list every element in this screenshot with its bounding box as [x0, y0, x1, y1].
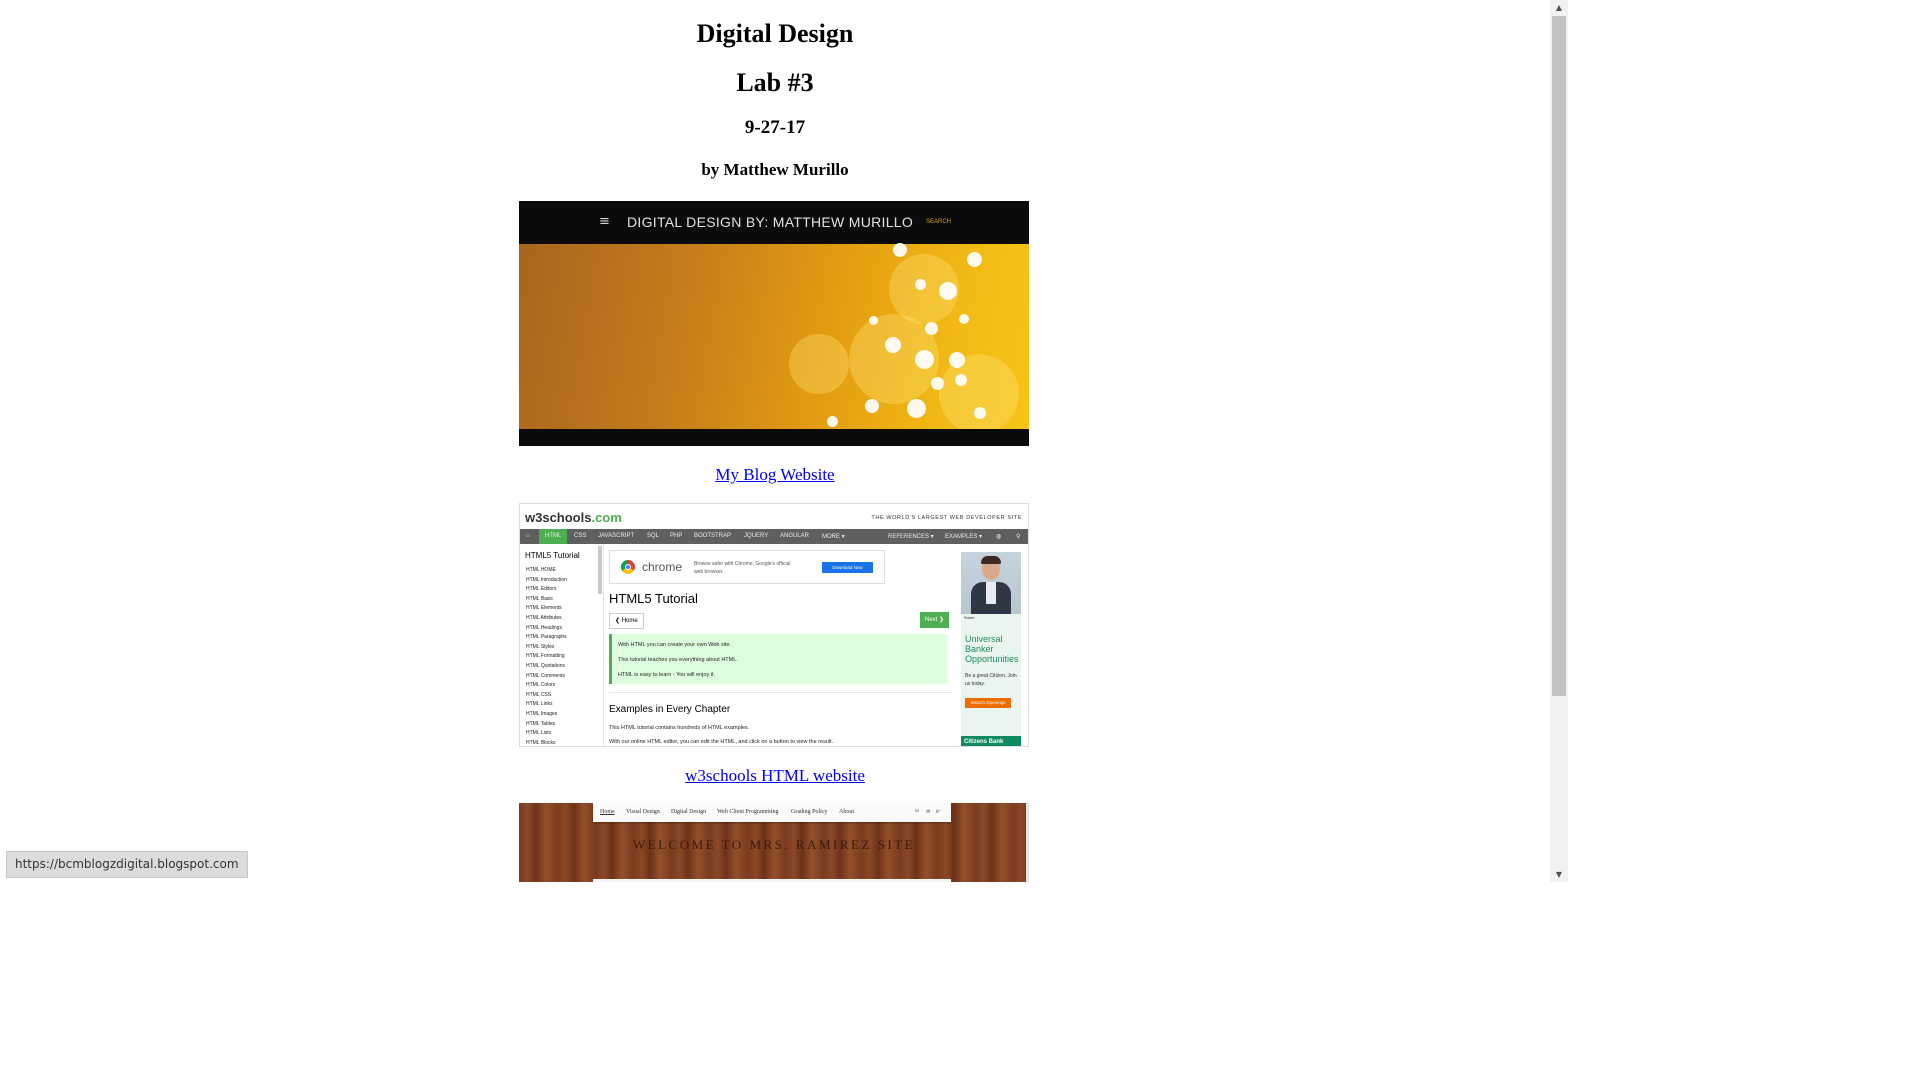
- page-scrollbar[interactable]: ▲ ▼: [1550, 0, 1568, 882]
- ad-body-text: Be a great Citizen. Join us today.: [965, 673, 1017, 687]
- chrome-ad-word: chrome: [642, 560, 683, 574]
- sidebar-item: HTML Editors: [526, 586, 557, 593]
- sidebar-item: HTML Comments: [526, 672, 565, 679]
- blog-screenshot-image: ≡ DIGITAL DESIGN BY: MATTHEW MURILLO SEA…: [519, 201, 1029, 446]
- date-heading: 9-27-17: [744, 117, 806, 138]
- w3-section-paragraph: With our online HTML editor, you can edi…: [609, 739, 834, 745]
- ad-person-photo: [961, 552, 1021, 614]
- sidebar-item: HTML CSS: [526, 691, 552, 698]
- my-blog-website-link[interactable]: My Blog Website: [0, 465, 1550, 485]
- sidebar-item: HTML Blocks: [526, 739, 556, 746]
- ramirez-nav-bar: Home Visual Design Digital Design Web Cl…: [593, 803, 951, 822]
- sidebar-item: HTML Lists: [526, 730, 552, 737]
- sidebar-scrollbar: [598, 546, 602, 594]
- w3schools-tagline: THE WORLD'S LARGEST WEB DEVELOPER SITE: [871, 515, 1022, 521]
- w3-nav-php: PHP: [670, 533, 683, 539]
- lab-heading: Lab #3: [736, 68, 814, 97]
- ad-person-name: Robert: [964, 616, 975, 620]
- scrollbar-thumb[interactable]: [1552, 16, 1566, 696]
- w3-nav-sql: SQL: [647, 533, 660, 539]
- sidebar-item: HTML Introduction: [526, 576, 567, 583]
- w3schools-nav-bar: ⌂ HTML CSS JAVASCRIPT SQL PHP BOOTSTRAP …: [520, 529, 1028, 544]
- divider: [609, 692, 952, 693]
- bokeh-hero-image: [519, 243, 1029, 434]
- sidebar-item: HTML HOME: [526, 567, 556, 573]
- w3-nav-javascript: JAVASCRIPT: [598, 533, 635, 539]
- sidebar-item: HTML Quotations: [526, 662, 565, 669]
- ramirez-content-box: [593, 879, 951, 882]
- scroll-down-arrow-icon[interactable]: ▼: [1550, 867, 1568, 882]
- sidebar-heading: HTML5 Tutorial: [525, 551, 580, 560]
- ad-headline: Universal Banker Opportunities: [965, 634, 1019, 664]
- chrome-download-button: Download Now: [822, 562, 873, 573]
- note-line: HTML is easy to learn - You will enjoy i…: [618, 672, 716, 678]
- scroll-up-arrow-icon[interactable]: ▲: [1550, 0, 1568, 15]
- sidebar-item: HTML Basic: [526, 595, 554, 602]
- w3schools-sidebar: HTML5 Tutorial HTML HOME HTML Introducti…: [520, 544, 602, 746]
- home-icon: ⌂: [526, 533, 530, 539]
- ram-nav-digital-design: Digital Design: [671, 809, 707, 815]
- ram-nav-web-client-programming: Web Client Programming: [717, 809, 779, 815]
- hamburger-menu-icon: ≡: [599, 214, 610, 229]
- status-bar-url: https://bcmblogzdigital.blogspot.com: [6, 851, 248, 878]
- author-heading: by Matthew Murillo: [701, 160, 849, 179]
- ramirez-site-title: WELCOME TO MRS. RAMIREZ SITE: [632, 837, 916, 852]
- ad-search-openings-button: Search Openings: [965, 698, 1011, 708]
- w3-section-paragraph: This HTML tutorial contains hundreds of …: [609, 725, 750, 731]
- w3-intro-note: With HTML you can create your own Web si…: [609, 634, 947, 684]
- blog-footer-bar: [519, 429, 1029, 446]
- globe-icon: ◍: [996, 534, 1002, 540]
- page-content: Digital Design Lab #3 9-27-17 by Matthew…: [0, 0, 1550, 882]
- chrome-logo-icon: [621, 560, 635, 574]
- note-line: This tutorial teaches you everything abo…: [618, 657, 738, 663]
- sidebar-item: HTML Formatting: [526, 653, 565, 660]
- ram-nav-grading-policy: Grading Policy: [791, 809, 828, 815]
- blog-search-label: SEARCH: [926, 219, 952, 225]
- w3-nav-html: HTML: [539, 529, 568, 544]
- sidebar-item: HTML Styles: [526, 643, 555, 650]
- w3schools-logo: w3schools.com: [525, 510, 622, 525]
- ram-nav-home: Home: [600, 809, 615, 815]
- ramirez-site-screenshot-image: Home Visual Design Digital Design Web Cl…: [519, 803, 1029, 882]
- linkedin-icon: in: [915, 809, 919, 814]
- sidebar-item: HTML Colors: [526, 682, 556, 689]
- blog-site-title: DIGITAL DESIGN BY: MATTHEW MURILLO: [627, 214, 914, 230]
- sidebar-item: HTML Images: [526, 710, 558, 717]
- chrome-ad-banner: chrome Browse safer with Chrome, Google'…: [609, 550, 885, 584]
- search-icon: ⚲: [1016, 534, 1021, 540]
- google-plus-icon: 8⁺: [936, 810, 942, 815]
- sidebar-item: HTML Attributes: [526, 614, 562, 621]
- ad-brand-footer: Citizens Bank: [961, 736, 1021, 746]
- w3-nav-references: REFERENCES ▾: [888, 534, 934, 540]
- sidebar-item: HTML Elements: [526, 605, 562, 612]
- w3-home-button: ❮ Home: [609, 613, 644, 629]
- chrome-ad-text: Browse safer with Chrome, Google's offic…: [694, 561, 791, 575]
- w3-nav-jquery: JQUERY: [744, 533, 769, 539]
- sidebar-item: HTML Headings: [526, 624, 562, 631]
- note-line: With HTML you can create your own Web si…: [618, 642, 732, 648]
- citizens-bank-ad: Robert Universal Banker Opportunities Be…: [961, 552, 1021, 746]
- ramirez-scroll-edge: [1026, 803, 1029, 882]
- w3-nav-css: CSS: [574, 533, 587, 539]
- sidebar-item: HTML Links: [526, 701, 553, 708]
- w3-next-button: Next ❯: [920, 612, 950, 628]
- w3-nav-examples: EXAMPLES ▾: [945, 534, 983, 540]
- w3schools-screenshot-image: w3schools.com THE WORLD'S LARGEST WEB DE…: [519, 503, 1029, 747]
- w3schools-main-content: chrome Browse safer with Chrome, Google'…: [603, 544, 956, 746]
- w3-nav-bootstrap: BOOTSTRAP: [694, 533, 732, 539]
- ram-nav-visual-design: Visual Design: [626, 809, 660, 815]
- page-title: Digital Design: [696, 19, 854, 48]
- sidebar-item: HTML Tables: [526, 720, 556, 727]
- w3schools-html-website-link[interactable]: w3schools HTML website: [0, 766, 1550, 786]
- w3-page-title: HTML5 Tutorial: [609, 591, 698, 606]
- sidebar-item: HTML Paragraphs: [526, 634, 567, 641]
- email-icon: ✉: [926, 810, 931, 815]
- ram-nav-about: About: [839, 809, 854, 815]
- w3-section-title: Examples in Every Chapter: [609, 704, 731, 715]
- blog-header-bar: ≡ DIGITAL DESIGN BY: MATTHEW MURILLO SEA…: [519, 201, 1029, 244]
- w3-nav-angular: ANGULAR: [780, 533, 810, 539]
- w3-nav-more: MORE ▾: [822, 534, 845, 540]
